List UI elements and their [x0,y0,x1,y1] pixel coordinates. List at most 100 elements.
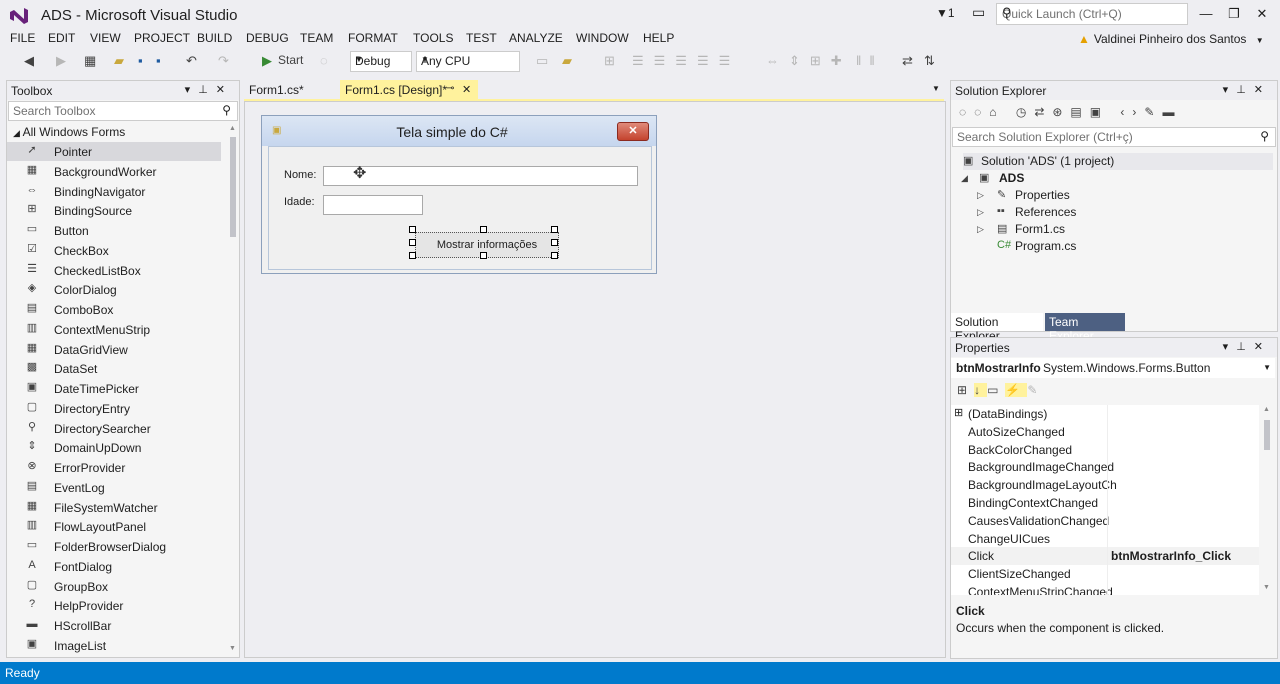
property-row[interactable]: CausesValidationChanged [951,511,1259,531]
toolbox-item[interactable]: ➚ Pointer [7,142,221,161]
property-row[interactable]: AutoSizeChanged [951,422,1259,442]
open-file-icon[interactable]: ▰ [114,53,124,69]
mostrar-informacoes-button[interactable]: Mostrar informações [415,232,559,258]
toolbox-item[interactable]: ▢ DirectoryEntry [7,399,221,418]
redo-icon[interactable]: ↷ [218,53,229,69]
toolbox-scrollbar[interactable]: ▲ ▼ [228,125,238,655]
resize-handle[interactable] [551,226,558,233]
resize-handle[interactable] [409,239,416,246]
properties-view-icon[interactable]: ▭ [987,383,1005,397]
menu-file[interactable]: FILE [10,31,35,45]
property-row[interactable]: BackgroundImageChanged [951,458,1259,478]
toolbox-item[interactable]: ⊞ BindingSource [7,201,221,220]
menu-debug[interactable]: DEBUG [246,31,289,45]
property-row[interactable]: ClientSizeChanged [951,565,1259,585]
menu-window[interactable]: WINDOW [576,31,629,45]
tab-form1-cs[interactable]: Form1.cs* [244,80,338,100]
panel-controls[interactable]: ▾⊥✕ [185,83,233,96]
resize-handle[interactable] [409,252,416,259]
toolbox-search-input[interactable]: Search Toolbox ⚲ [8,101,238,121]
menu-build[interactable]: BUILD [197,31,232,45]
solution-platform-select[interactable]: Any CPU ▼ [416,51,520,72]
designed-form[interactable]: ▣ Tela simple do C# ✕ Nome: ✥ Idade: Mos… [261,115,657,274]
property-row[interactable]: BackgroundImageLayoutCh [951,476,1259,496]
undo-icon[interactable]: ↶ [186,53,197,69]
project-node[interactable]: ◢ ▣ ADS [961,170,1261,187]
object-selector[interactable]: btnMostrarInfo System.Windows.Forms.Butt… [951,358,1275,378]
toolbox-item[interactable]: ⚲ DirectorySearcher [7,419,221,438]
tree-item-references[interactable]: ▷ ▪▪ References [977,204,1257,221]
toolbox-item[interactable]: ▬ HScrollBar [7,616,221,635]
scroll-up-icon[interactable]: ▲ [229,125,236,132]
toolbox-item[interactable]: ◈ ColorDialog [7,280,221,299]
notifications-indicator[interactable]: ▼1 [936,6,955,20]
toolbox-item[interactable]: ▣ ImageList [7,636,221,655]
menu-help[interactable]: HELP [643,31,674,45]
back-icon[interactable]: ◀ [24,53,34,69]
scroll-up-icon[interactable]: ▲ [1263,406,1270,413]
property-value[interactable]: btnMostrarInfo_Click [1111,549,1231,563]
toolbox-item[interactable]: ▢ GroupBox [7,577,221,596]
find-icon[interactable]: ▭ [536,53,548,69]
tree-item-program[interactable]: C# Program.cs [977,238,1257,255]
panel-controls[interactable]: ▾⊥✕ [1223,340,1271,353]
expand-icon[interactable]: ⊞ [954,406,963,419]
menu-team[interactable]: TEAM [300,31,333,45]
menu-edit[interactable]: EDIT [48,31,75,45]
tab-dropdown-icon[interactable]: ▼ [932,84,940,93]
properties-toolbar[interactable]: ⊞↓▭⚡✎ [957,383,1044,397]
properties-scrollbar[interactable]: ▲ ▼ [1261,406,1273,594]
menu-project[interactable]: PROJECT [134,31,190,45]
property-row[interactable]: ⊞ (DataBindings) [951,405,1259,424]
solution-configuration-select[interactable]: Debug ▼ [350,51,412,72]
toolbox-item[interactable]: ▦ FileSystemWatcher [7,498,221,517]
toolbox-item[interactable]: ? HelpProvider [7,596,221,615]
tab-solution-explorer[interactable]: Solution Explorer [951,313,1043,343]
close-button[interactable]: ✕ [1248,4,1276,24]
toolbox-item[interactable]: ▭ Button [7,221,221,240]
nome-label[interactable]: Nome: [284,169,316,181]
menu-analyze[interactable]: ANALYZE [509,31,563,45]
toolbox-item[interactable]: ▣ DateTimePicker [7,379,221,398]
spacing-tools-icon[interactable]: ‖‖ [856,53,883,68]
idade-label[interactable]: Idade: [284,196,315,208]
toolbox-item[interactable]: ▥ FlowLayoutPanel [7,517,221,536]
idade-textbox[interactable] [323,195,423,215]
toolbox-item[interactable]: ⇕ DomainUpDown [7,438,221,457]
toolbox-item[interactable]: ▦ DataGridView [7,340,221,359]
start-icon[interactable]: ▶ [262,53,272,69]
tree-item-form1[interactable]: ▷ ▤ Form1.cs [977,221,1257,238]
categorized-icon[interactable]: ⊞ [957,383,974,397]
events-lightning-icon[interactable]: ⚡ [1005,383,1028,397]
resize-handle[interactable] [551,252,558,259]
toolbox-item[interactable]: ⊗ ErrorProvider [7,458,221,477]
property-row[interactable]: Click btnMostrarInfo_Click [951,547,1259,567]
new-project-icon[interactable]: ▦ [84,53,96,69]
toolbox-item[interactable]: ☰ CheckedListBox [7,261,221,280]
bring-front-icon[interactable]: ⇅ [924,53,935,69]
tab-team-explorer[interactable]: Team Explorer [1045,313,1125,343]
scrollbar-thumb[interactable] [230,137,236,237]
align-tools-icon[interactable]: ☰☰☰☰☰ [632,53,740,69]
nome-textbox[interactable] [323,166,638,186]
restore-button[interactable]: ❐ [1220,4,1248,24]
size-tools-icon[interactable]: ⇔⇕⊞✚ [766,53,852,69]
toolbox-group-header[interactable]: ◢ All Windows Forms [13,125,125,139]
menu-test[interactable]: TEST [466,31,497,45]
attach-icon[interactable]: ◌ [320,53,328,68]
resize-handle[interactable] [409,226,416,233]
toolbox-item[interactable]: ▤ EventLog [7,478,221,497]
minimize-button[interactable]: — [1192,4,1220,24]
close-tab-icon[interactable]: ✕ [462,83,471,96]
toolbox-item[interactable]: ☑ CheckBox [7,241,221,260]
layout-icon[interactable]: ▰ [562,53,572,69]
property-row[interactable]: BackColorChanged [951,440,1259,460]
quick-launch-input[interactable]: Quick Launch (Ctrl+Q) ⚲ [996,3,1188,25]
forward-icon[interactable]: ▶ [56,53,66,69]
toolbox-item[interactable]: ▦ BackgroundWorker [7,162,221,181]
scroll-down-icon[interactable]: ▼ [1263,584,1270,591]
menu-view[interactable]: VIEW [90,31,121,45]
tab-order-icon[interactable]: ⇄ [902,53,913,69]
pin-icon[interactable]: ⊸ [446,83,454,94]
save-icon[interactable]: ▪ [138,53,143,68]
